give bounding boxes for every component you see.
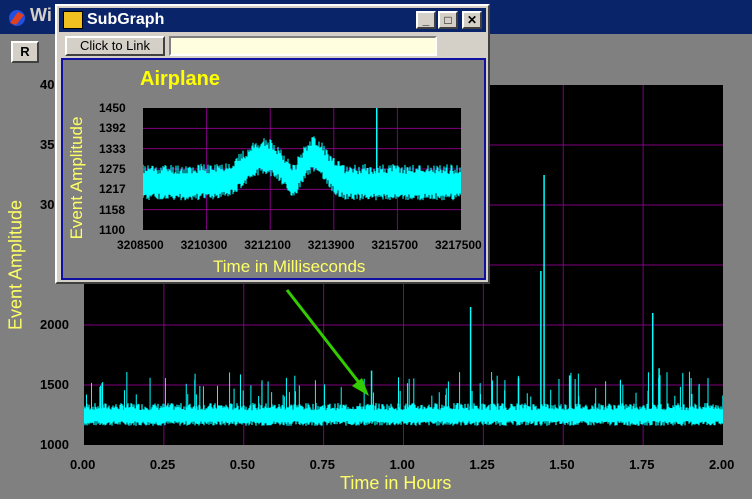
main-x-axis-label: Time in Hours [340, 473, 452, 493]
sub-x-tick-label: 3217500 [435, 238, 482, 252]
sub-y-tick-label: 1333 [99, 141, 126, 156]
subgraph-title: SubGraph [87, 11, 165, 28]
sub-y-tick-label: 1392 [99, 121, 126, 136]
main-y-tick-label: 1500 [40, 377, 69, 392]
sub-x-tick-label: 3213900 [307, 238, 355, 252]
subgraph-panel: Airplane Event Amplitude Time in Millise… [61, 58, 486, 280]
sub-y-tick-label: 1100 [99, 223, 126, 237]
main-x-tick-label: 0.25 [149, 457, 176, 472]
sub-y-tick-label: 1158 [99, 202, 126, 217]
sub-x-tick-label: 3210300 [180, 238, 228, 252]
minimize-button[interactable]: _ [416, 11, 436, 29]
subgraph-app-icon [63, 11, 83, 29]
sub-y-tick-label: 1450 [99, 101, 126, 115]
sub-x-tick-label: 3215700 [371, 238, 419, 252]
sub-y-tick-label: 1275 [99, 162, 126, 176]
subgraph-plot-title: Airplane [140, 68, 221, 90]
main-window-title: Wi [30, 5, 52, 25]
app-icon [9, 10, 25, 26]
maximize-button[interactable]: □ [438, 11, 458, 29]
subgraph-window: SubGraph _ □ ✕ Click to Link Airplane Ev… [55, 4, 490, 284]
main-x-tick-label: 1.75 [629, 457, 655, 472]
main-x-tick-label: 1.00 [389, 457, 415, 472]
main-y-tick-label: 1000 [40, 437, 69, 452]
click-to-link-button[interactable]: Click to Link [65, 36, 165, 56]
main-y-tick-label: 35 [40, 137, 55, 152]
main-y-tick-label: 40 [40, 77, 55, 92]
main-x-tick-label: 1.25 [469, 457, 495, 472]
main-y-tick-label: 2000 [40, 317, 69, 332]
subgraph-x-axis-label: Time in Milliseconds [213, 257, 366, 276]
sub-y-tick-label: 1217 [99, 182, 126, 197]
r-button[interactable]: R [11, 41, 39, 63]
main-y-tick-label: 30 [40, 197, 55, 212]
subgraph-y-axis-label: Event Amplitude [65, 108, 89, 248]
subgraph-title-bar[interactable]: SubGraph _ □ ✕ [59, 8, 486, 32]
close-button[interactable]: ✕ [462, 11, 482, 29]
sub-x-tick-label: 3212100 [244, 238, 291, 252]
main-x-tick-label: 2.00 [709, 457, 735, 472]
sub-trace [143, 136, 461, 201]
main-x-tick-label: 0.50 [229, 457, 256, 472]
main-x-tick-label: 0.00 [70, 457, 96, 472]
link-input[interactable] [169, 36, 437, 56]
main-x-tick-label: 1.50 [549, 457, 575, 472]
subgraph-y-axis-label-text: Event Amplitude [67, 116, 86, 240]
subgraph-plot-area [143, 108, 461, 230]
sub-x-tick-label: 3208500 [117, 238, 164, 252]
main-x-tick-label: 0.75 [309, 457, 335, 472]
main-y-axis-label: Event Amplitude [5, 192, 27, 338]
main-y-axis-label-text: Event Amplitude [5, 199, 26, 331]
